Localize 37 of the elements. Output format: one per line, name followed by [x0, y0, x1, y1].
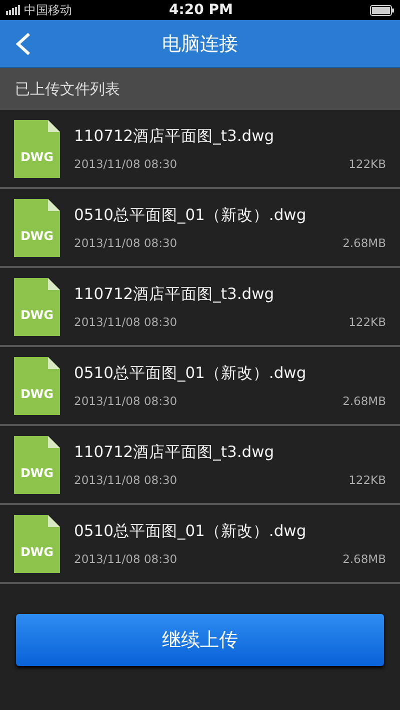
file-icon: DWG [14, 514, 60, 572]
section-title: 已上传文件列表 [15, 80, 120, 98]
file-name: 110712酒店平面图_t3.dwg [74, 126, 276, 147]
file-icon: DWG [14, 436, 60, 494]
file-size: 2.68MB [342, 236, 386, 250]
file-icon: DWG [14, 356, 60, 414]
continue-upload-button[interactable]: 继续上传 [16, 614, 384, 666]
file-date: 2013/11/08 08:30 [74, 315, 178, 329]
file-row[interactable]: DWG 110712酒店平面图_t3.dwg 2013/11/08 08:30 122KB [0, 110, 400, 189]
file-icon: DWG [14, 278, 60, 336]
file-row[interactable]: DWG 110712酒店平面图_t3.dwg 2013/11/08 08:30 122KB [0, 426, 400, 505]
file-size: 2.68MB [342, 552, 386, 566]
file-date: 2013/11/08 08:30 [74, 473, 178, 487]
file-row[interactable]: DWG 0510总平面图_01（新改）.dwg 2013/11/08 08:30 2.68MB [0, 505, 400, 584]
file-row[interactable]: DWG 0510总平面图_01（新改）.dwg 2013/11/08 08:30 2.68MB [0, 189, 400, 268]
carrier-name: 中国移动 [24, 2, 72, 18]
status-time: 4:20 PM [169, 2, 233, 18]
file-icon: DWG [14, 120, 60, 178]
file-name: 0510总平面图_01（新改）.dwg [74, 363, 308, 384]
file-date: 2013/11/08 08:30 [74, 236, 178, 250]
file-size: 122KB [348, 157, 386, 171]
file-name: 0510总平面图_01（新改）.dwg [74, 521, 308, 542]
file-name: 110712酒店平面图_t3.dwg [74, 284, 276, 305]
file-size: 122KB [348, 473, 386, 487]
file-date: 2013/11/08 08:30 [74, 157, 178, 171]
battery-icon [370, 4, 394, 16]
file-row[interactable]: DWG 0510总平面图_01（新改）.dwg 2013/11/08 08:30 2.68MB [0, 347, 400, 426]
page-title: 电脑连接 [162, 32, 238, 54]
signal-icon [6, 5, 20, 15]
file-date: 2013/11/08 08:30 [74, 552, 178, 566]
file-size: 122KB [348, 315, 386, 329]
file-name: 0510总平面图_01（新改）.dwg [74, 205, 308, 226]
file-date: 2013/11/08 08:30 [74, 394, 178, 408]
file-row[interactable]: DWG 110712酒店平面图_t3.dwg 2013/11/08 08:30 122KB [0, 268, 400, 347]
file-name: 110712酒店平面图_t3.dwg [74, 442, 276, 463]
file-icon: DWG [14, 198, 60, 256]
file-size: 2.68MB [342, 394, 386, 408]
